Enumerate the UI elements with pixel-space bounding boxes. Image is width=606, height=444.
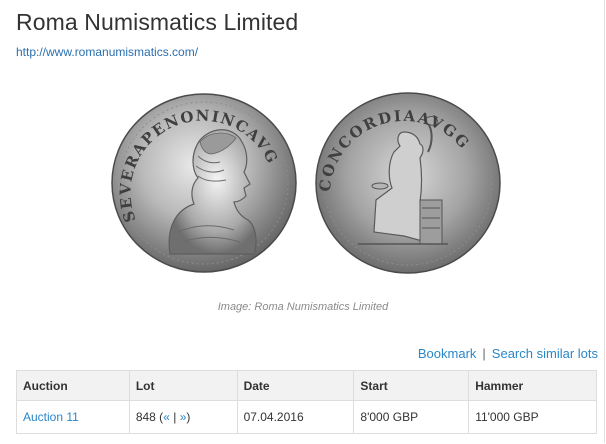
lot-cell: 848 (« | ») [128, 400, 238, 434]
column-header-auction: Auction [16, 370, 130, 401]
date-cell: 07.04.2016 [236, 400, 355, 434]
next-lot-link[interactable]: » [180, 410, 187, 424]
auction-link[interactable]: Auction 11 [23, 410, 79, 424]
auction-cell: Auction 11 [16, 400, 130, 434]
column-header-hammer: Hammer [468, 370, 597, 401]
image-caption: Image: Roma Numismatics Limited [217, 301, 389, 313]
coin-obverse: SEVERAPENONINCAVG [111, 93, 297, 273]
page-title: Roma Numismatics Limited [16, 9, 299, 35]
start-price-cell: 8'000 GBP [353, 400, 470, 434]
lot-nav-separator: | [173, 410, 177, 424]
coin-photo: SEVERAPENONINCAVG CONCORDIAAVGG [111, 92, 501, 274]
table-row: Auction 11 848 (« | ») 07.04.2016 8'000 … [16, 400, 597, 434]
column-header-lot: Lot [128, 370, 238, 401]
coin-image: SEVERAPENONINCAVG CONCORDIAAVGG [108, 92, 508, 274]
table-header-row: Auction Lot Date Start Hammer [16, 370, 597, 401]
lot-table: Auction Lot Date Start Hammer Auction 11… [16, 370, 597, 434]
website-link[interactable]: http://www.romanumismatics.com/ [16, 45, 198, 59]
actions-separator: | [482, 346, 486, 361]
coin-reverse: CONCORDIAAVGG [315, 92, 501, 274]
column-header-start: Start [353, 370, 470, 401]
hammer-price-cell: 11'000 GBP [468, 400, 597, 434]
column-header-date: Date [236, 370, 355, 401]
search-similar-lots-link[interactable]: Search similar lots [492, 346, 598, 361]
bookmark-link[interactable]: Bookmark [418, 346, 477, 361]
previous-lot-link[interactable]: « [163, 410, 170, 424]
lot-actions: Bookmark | Search similar lots [418, 346, 598, 361]
lot-number: 848 [135, 410, 156, 424]
